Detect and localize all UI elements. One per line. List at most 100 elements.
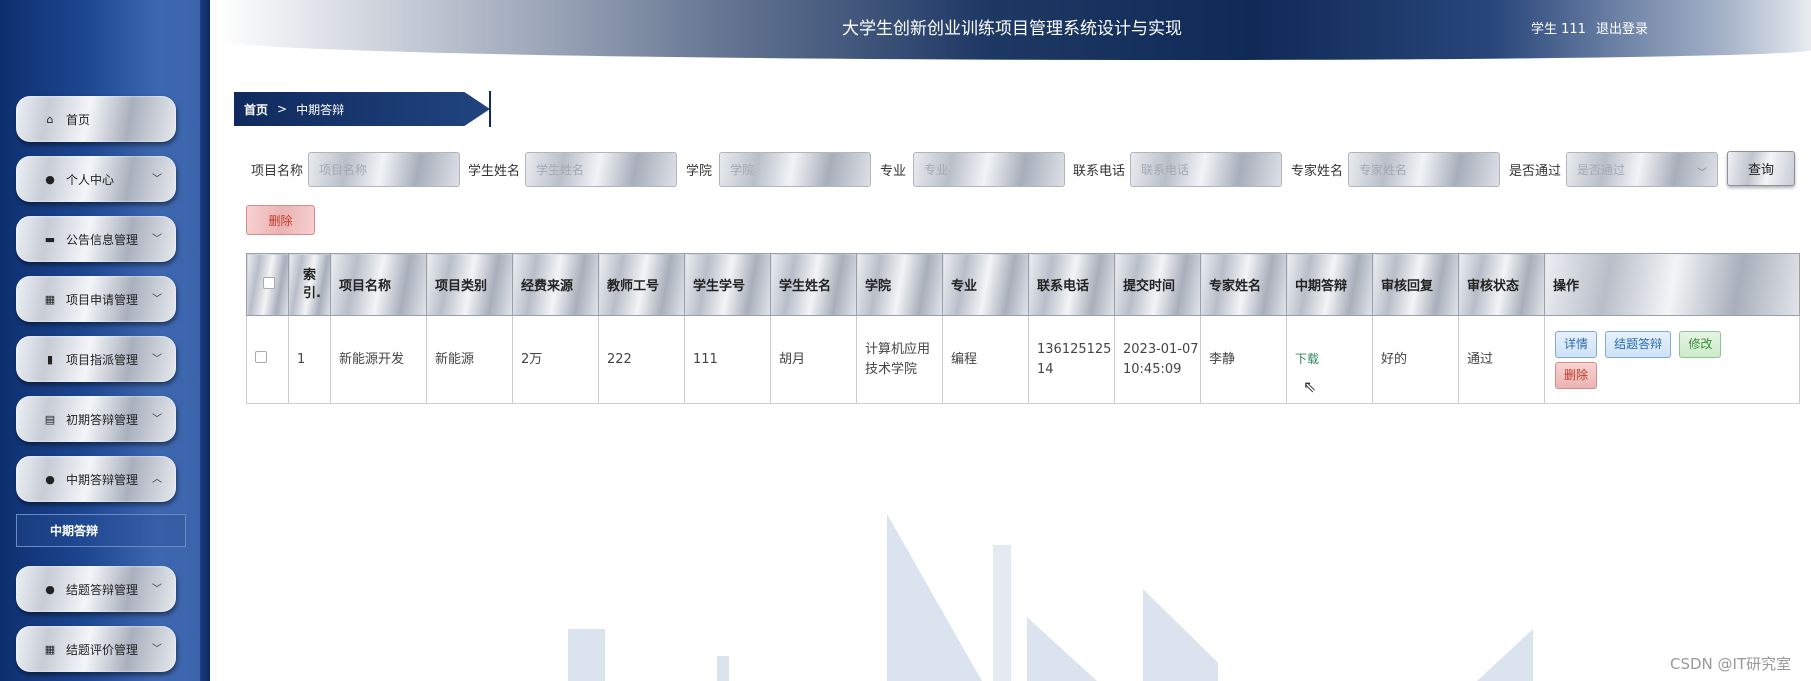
- user-icon: ●: [45, 172, 55, 186]
- cell-review-reply: 好的: [1372, 315, 1459, 404]
- project-name-input[interactable]: [308, 152, 460, 187]
- background-building: [1027, 617, 1097, 681]
- chevron-down-icon: ﹀: [152, 294, 162, 305]
- sidebar-item-midterm-defense[interactable]: ● 中期答辩管理 ︿: [16, 456, 176, 502]
- college-label: 学院: [686, 164, 713, 179]
- chevron-up-icon: ︿: [152, 474, 162, 485]
- sidebar-item-label: 公告信息管理: [66, 232, 139, 247]
- col-index: 索引.: [288, 253, 331, 316]
- cell-student-id: 111: [684, 315, 771, 404]
- sidebar-item-project-application[interactable]: ▦ 项目申请管理 ﹀: [16, 276, 176, 322]
- major-label: 专业: [880, 164, 907, 179]
- logout-link[interactable]: 退出登录: [1596, 18, 1648, 37]
- row-checkbox[interactable]: [255, 350, 267, 363]
- sidebar-item-final-defense[interactable]: ● 结题答辩管理 ﹀: [16, 566, 176, 612]
- sidebar: ⌂ 首页 ● 个人中心 ﹀ ▬ 公告信息管理 ﹀ ▦ 项目申请管理 ﹀ ▮ 项目…: [0, 0, 210, 681]
- col-student-name: 学生姓名: [770, 253, 857, 316]
- select-all-checkbox[interactable]: [263, 276, 275, 289]
- sidebar-item-label: 结题答辩管理: [66, 582, 139, 597]
- row-select-cell: [246, 315, 289, 404]
- col-category: 项目类别: [426, 253, 513, 316]
- query-button[interactable]: 查询: [1727, 151, 1795, 186]
- cell-submit-time: 2023-01-07 10:45:09: [1114, 315, 1201, 404]
- breadcrumb-divider: [489, 91, 491, 127]
- cell-midterm: 下载: [1286, 315, 1373, 404]
- chevron-down-icon: ﹀: [152, 354, 162, 365]
- lightbulb-icon: ●: [45, 472, 55, 486]
- expert-name-input[interactable]: [1348, 152, 1500, 187]
- col-project-name: 项目名称: [330, 253, 427, 316]
- home-icon: ⌂: [46, 112, 54, 126]
- sidebar-item-label: 项目指派管理: [66, 352, 139, 367]
- sidebar-item-final-evaluation[interactable]: ▦ 结题评价管理 ﹀: [16, 626, 176, 672]
- bar-chart-icon: ▮: [46, 352, 54, 366]
- batch-delete-button[interactable]: 删除: [246, 205, 315, 235]
- background-building: [993, 545, 1011, 681]
- grid-icon: ▦: [44, 642, 56, 656]
- cell-category: 新能源: [426, 315, 513, 404]
- breadcrumb-current: 中期答辩: [296, 102, 345, 117]
- passed-select[interactable]: [1566, 152, 1718, 187]
- user-icon: ●: [45, 582, 55, 596]
- cell-college: 计算机应用技术学院: [856, 315, 943, 404]
- background-building: [1477, 629, 1533, 681]
- col-funding: 经费来源: [512, 253, 599, 316]
- cell-actions: 详情 结题答辩 修改 删除: [1544, 315, 1800, 404]
- chevron-down-icon: ﹀: [152, 174, 162, 185]
- sidebar-item-project-assignment[interactable]: ▮ 项目指派管理 ﹀: [16, 336, 176, 382]
- sidebar-item-announcement[interactable]: ▬ 公告信息管理 ﹀: [16, 216, 176, 262]
- sidebar-item-label: 初期答辩管理: [66, 412, 139, 427]
- mouse-cursor-icon: ⇖: [1303, 377, 1317, 396]
- chevron-down-icon: ﹀: [152, 414, 162, 425]
- midterm-defense-table: 索引. 项目名称 项目类别 经费来源 教师工号 学生学号 学生姓名 学院 专业 …: [246, 253, 1800, 404]
- select-all-header: [246, 253, 289, 316]
- breadcrumb-separator: >: [277, 102, 288, 116]
- col-teacher-id: 教师工号: [598, 253, 685, 316]
- background-building: [887, 514, 982, 681]
- edit-button[interactable]: 修改: [1679, 330, 1722, 358]
- grid-icon: ▦: [44, 292, 56, 306]
- breadcrumb-home[interactable]: 首页: [244, 101, 268, 118]
- phone-input[interactable]: [1130, 152, 1282, 187]
- current-user: 学生 111: [1531, 22, 1586, 37]
- cell-student-name: 胡月: [770, 315, 857, 404]
- delete-button[interactable]: 删除: [1555, 361, 1598, 389]
- major-input[interactable]: [913, 152, 1065, 187]
- detail-button[interactable]: 详情: [1555, 330, 1598, 358]
- col-expert: 专家姓名: [1200, 253, 1287, 316]
- cell-teacher-id: 222: [598, 315, 685, 404]
- cell-expert: 李静: [1200, 315, 1287, 404]
- table-row: 1 新能源开发 新能源 2万 222 111 胡月 计算机应用技术学院 编程 1…: [246, 315, 1800, 404]
- sidebar-subitem-midterm[interactable]: 中期答辩: [16, 514, 186, 547]
- background-building: [1143, 589, 1218, 681]
- col-student-id: 学生学号: [684, 253, 771, 316]
- cell-review-status: 通过: [1458, 315, 1545, 404]
- passed-label: 是否通过: [1509, 164, 1562, 179]
- breadcrumb: 首页 > 中期答辩: [234, 92, 490, 126]
- clipboard-icon: ▤: [44, 412, 56, 426]
- col-phone: 联系电话: [1028, 253, 1115, 316]
- sidebar-item-label: 个人中心: [66, 172, 115, 187]
- watermark: CSDN @IT研究室: [1670, 655, 1792, 673]
- chevron-down-icon: ﹀: [1697, 168, 1707, 179]
- col-submit-time: 提交时间: [1114, 253, 1201, 316]
- phone-label: 联系电话: [1073, 164, 1126, 179]
- chevron-down-icon: ﹀: [152, 584, 162, 595]
- sidebar-item-label: 首页: [66, 112, 91, 127]
- sidebar-item-personal-center[interactable]: ● 个人中心 ﹀: [16, 156, 176, 202]
- student-name-label: 学生姓名: [468, 164, 521, 179]
- college-input[interactable]: [719, 152, 871, 187]
- student-name-input[interactable]: [525, 152, 677, 187]
- cell-index: 1: [288, 315, 331, 404]
- final-defense-button[interactable]: 结题答辩: [1605, 330, 1672, 358]
- sidebar-item-label: 结题评价管理: [66, 642, 139, 657]
- background-building: [717, 656, 729, 681]
- col-actions: 操作: [1544, 253, 1800, 316]
- chevron-down-icon: ﹀: [152, 644, 162, 655]
- sidebar-item-initial-defense[interactable]: ▤ 初期答辩管理 ﹀: [16, 396, 176, 442]
- download-link[interactable]: 下载: [1295, 352, 1319, 366]
- project-name-label: 项目名称: [251, 164, 304, 179]
- table-header-row: 索引. 项目名称 项目类别 经费来源 教师工号 学生学号 学生姓名 学院 专业 …: [246, 253, 1800, 316]
- col-review-status: 审核状态: [1458, 253, 1545, 316]
- sidebar-item-home[interactable]: ⌂ 首页: [16, 96, 176, 142]
